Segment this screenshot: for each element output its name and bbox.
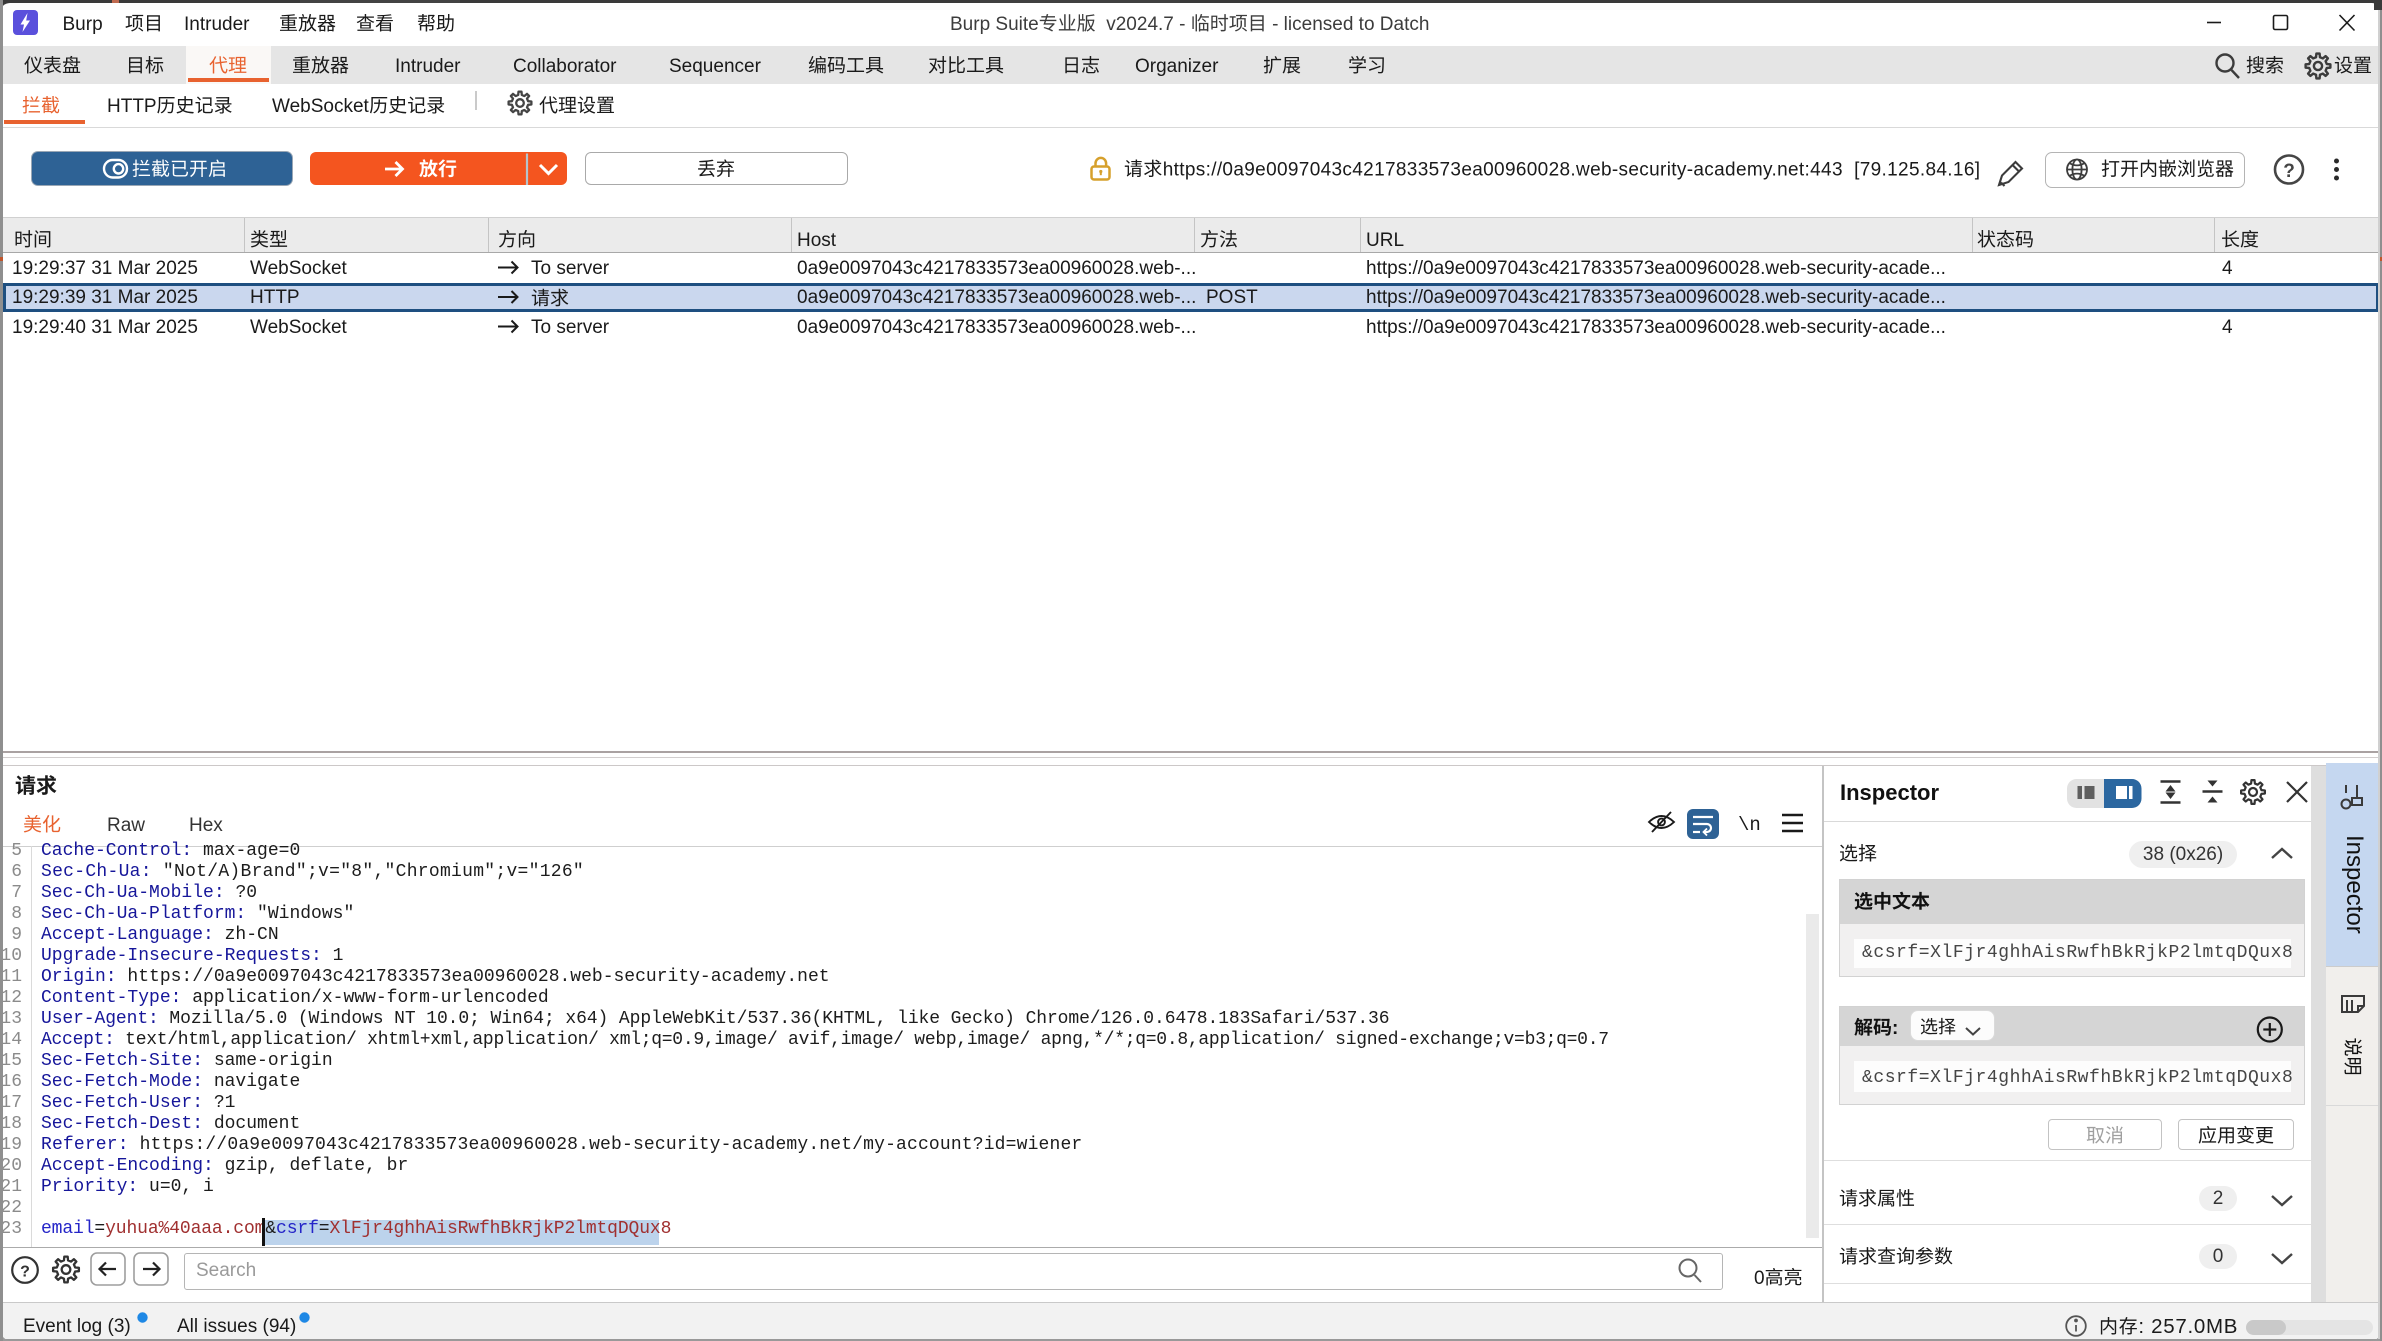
svg-text:Burp: Burp (63, 14, 103, 35)
svg-text:?: ? (2283, 161, 2295, 182)
svg-text:HTTP: HTTP (107, 96, 157, 117)
svg-text:Inspector: Inspector (1840, 780, 1939, 805)
svg-text:https://0a9e0097043c4217833573: https://0a9e0097043c4217833573ea00960028… (1163, 160, 1981, 181)
svg-text:0: 0 (1754, 1268, 1765, 1289)
svg-text:Host: Host (797, 230, 837, 251)
svg-text:Event log (3): Event log (3) (23, 1316, 131, 1337)
svg-text:Hex: Hex (189, 815, 223, 836)
svg-text:Organizer: Organizer (1135, 56, 1219, 77)
svg-text::: : (1892, 1018, 1898, 1039)
svg-text:?: ? (20, 1264, 30, 1281)
svg-text:38 (0x26): 38 (0x26) (2143, 844, 2223, 865)
svg-text:2: 2 (2213, 1188, 2224, 1209)
svg-text:Intruder: Intruder (395, 56, 461, 77)
svg-text:Raw: Raw (107, 815, 145, 836)
svg-text:Sequencer: Sequencer (669, 56, 762, 77)
svg-text:Intruder: Intruder (184, 14, 250, 35)
svg-text:URL: URL (1366, 230, 1404, 251)
svg-text:: 257.0MB: : 257.0MB (2138, 1315, 2238, 1338)
svg-text:\n: \n (1738, 814, 1761, 836)
svg-text:Inspector: Inspector (2341, 835, 2368, 934)
svg-text:0: 0 (2213, 1246, 2224, 1267)
svg-text:v2024.7 -: v2024.7 - (1096, 14, 1191, 35)
svg-text:- licensed to Datch: - licensed to Datch (1267, 14, 1430, 35)
svg-text:Collaborator: Collaborator (513, 56, 617, 77)
svg-text:All issues (94): All issues (94) (177, 1316, 296, 1337)
svg-text:WebSocket: WebSocket (272, 96, 370, 117)
svg-text:Burp Suite: Burp Suite (950, 14, 1039, 35)
